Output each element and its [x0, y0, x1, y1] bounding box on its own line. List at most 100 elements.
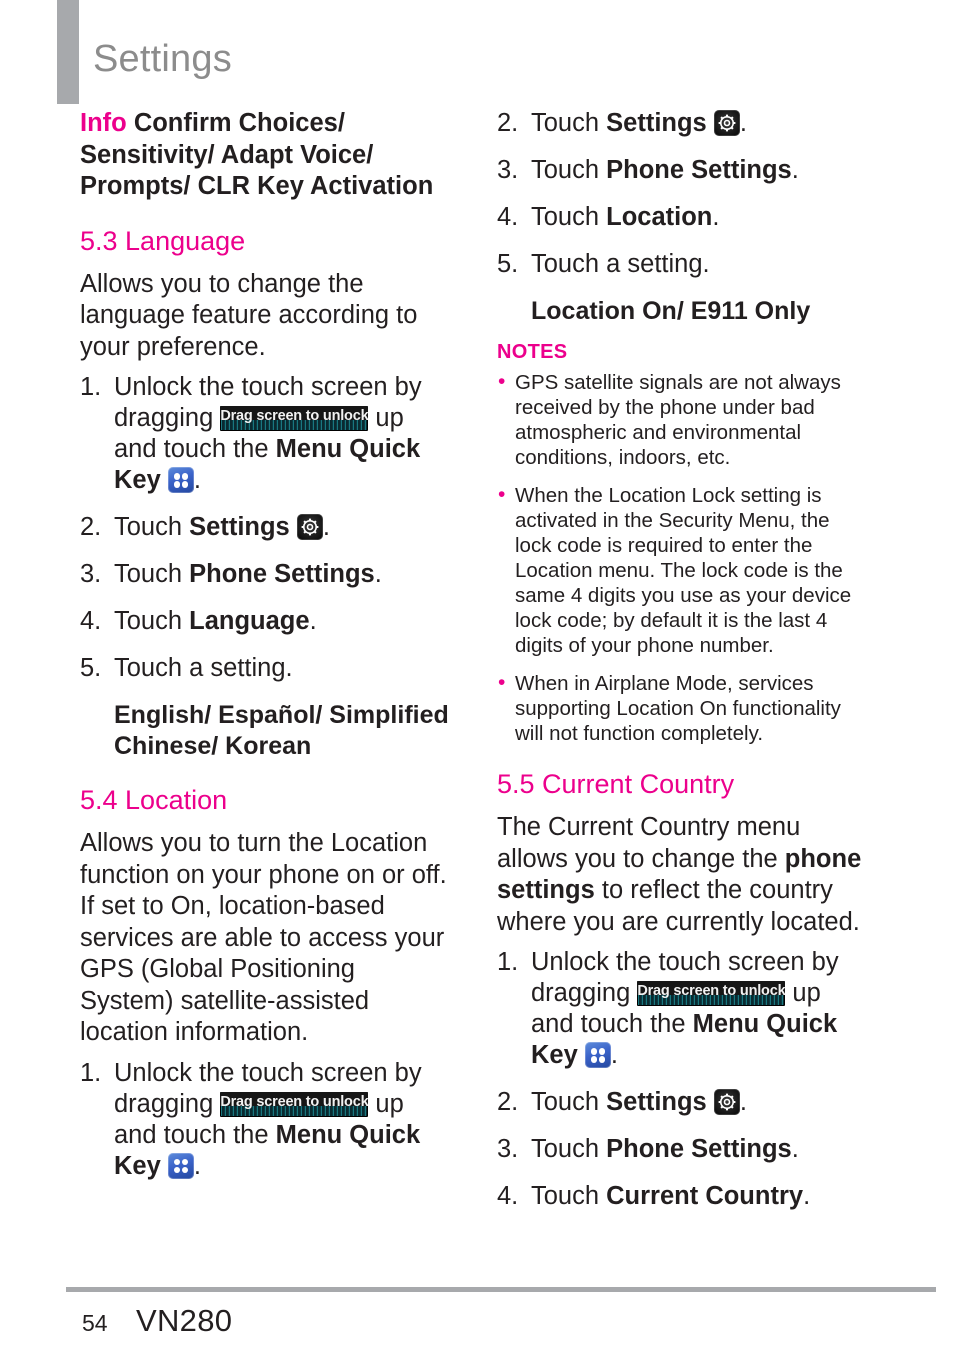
step-text-bold: Settings — [606, 1088, 707, 1116]
right-column: 2. Touch Settings . 3. Touch Phone Setti… — [497, 108, 867, 1228]
step-number: 2. — [497, 1088, 519, 1116]
language-options: English/ Español/ Simplified Chinese/ Ko… — [114, 701, 449, 760]
current-country-intro: The Current Country menu allows you to c… — [497, 812, 867, 938]
notes-title: NOTES — [497, 341, 568, 363]
step-text-pre: Touch — [114, 607, 190, 635]
step-text-post: . — [322, 513, 330, 541]
step-text-post: . — [791, 156, 799, 184]
bullet-icon: • — [498, 671, 506, 694]
step-text-pre: Touch — [114, 560, 190, 588]
step-location-2: 2. Touch Settings . — [497, 108, 867, 139]
step-number: 1. — [80, 1058, 102, 1087]
step-location-1: 1. Unlock the touch screen by dragging Dr… — [80, 1058, 450, 1182]
gear-glyph — [301, 518, 319, 536]
note-item: • When in Airplane Mode, services support… — [497, 671, 867, 746]
device-name: VN280 — [136, 1303, 233, 1338]
gear-glyph — [718, 114, 736, 132]
note-text: GPS satellite signals are not always rec… — [515, 371, 841, 469]
step-text-post: . — [803, 1182, 811, 1210]
step-number: 5. — [497, 250, 519, 278]
step-text-bold: Phone Settings — [606, 1135, 792, 1163]
step-number: 5. — [80, 654, 102, 682]
settings-gear-icon[interactable] — [296, 514, 323, 540]
step-language-5: 5. Touch a setting. — [80, 653, 450, 684]
step-text-pre: Touch — [531, 156, 607, 184]
section-heading-location: 5.4 Location — [80, 785, 228, 815]
drag-screen-to-unlock-icon[interactable]: Drag screen to unlock — [220, 1091, 369, 1117]
note-item: • GPS satellite signals are not always re… — [497, 370, 867, 470]
step-text-post: . — [712, 203, 720, 231]
step-text-bold: Settings — [606, 109, 707, 137]
step-number: 4. — [497, 1182, 519, 1210]
bullet-icon: • — [498, 370, 506, 393]
step-language-1: 1. Unlock the touch screen by dragging Dr… — [80, 372, 450, 496]
step-language-2: 2. Touch Settings . — [80, 512, 450, 543]
page-number: 54 — [82, 1310, 108, 1336]
step-text-post: . — [610, 1041, 618, 1069]
header-accent-bar — [57, 0, 79, 104]
step-location-4: 4. Touch Location. — [497, 202, 867, 233]
location-options: Location On/ E911 Only — [531, 297, 811, 325]
step-text-pre: Touch — [531, 1088, 607, 1116]
info-label: Info — [80, 109, 127, 137]
page-footer: 54 VN280 — [66, 1300, 936, 1350]
note-text: When in Airplane Mode, services supporti… — [515, 672, 841, 745]
step-text-pre: Touch — [531, 109, 607, 137]
step-text-bold: Location — [606, 203, 713, 231]
menu-quick-key-icon[interactable] — [584, 1042, 611, 1068]
step-text-bold: Settings — [189, 513, 290, 541]
step-number: 3. — [80, 560, 102, 588]
step-text-bold: Phone Settings — [189, 560, 375, 588]
page-header: Settings — [0, 0, 954, 108]
step-location-5: 5. Touch a setting. — [497, 249, 867, 280]
step-text-pre: Touch — [531, 203, 607, 231]
step-text-pre: Touch a setting. — [531, 250, 710, 278]
step-text-post: . — [193, 1151, 201, 1180]
unlock-badge-label: Drag screen to unlock — [220, 408, 369, 424]
step-number: 2. — [80, 513, 102, 541]
step-current-country-1: 1. Unlock the touch screen by dragging Dr… — [497, 947, 867, 1071]
step-text-pre: Touch — [114, 513, 190, 541]
step-number: 4. — [497, 203, 519, 231]
step-text-post: . — [791, 1135, 799, 1163]
step-text-post: . — [374, 560, 382, 588]
drag-screen-to-unlock-icon[interactable]: Drag screen to unlock — [637, 981, 786, 1006]
step-language-3: 3. Touch Phone Settings. — [80, 559, 450, 590]
content-area: Info Confirm Choices/ Sensitivity/ Adapt… — [0, 108, 954, 1258]
step-number: 3. — [497, 1135, 519, 1163]
footer-divider — [66, 1287, 936, 1292]
step-text-post: . — [309, 607, 317, 635]
step-number: 4. — [80, 607, 102, 635]
menu-quick-key-icon[interactable] — [167, 1152, 194, 1179]
drag-screen-to-unlock-icon[interactable]: Drag screen to unlock — [220, 406, 369, 431]
settings-gear-icon[interactable] — [713, 110, 740, 136]
step-language-4: 4. Touch Language. — [80, 606, 450, 637]
bullet-icon: • — [498, 483, 506, 506]
step-location-3: 3. Touch Phone Settings. — [497, 155, 867, 186]
unlock-badge-label: Drag screen to unlock — [637, 983, 786, 999]
step-text-pre: Touch — [531, 1135, 607, 1163]
step-text-post: . — [193, 466, 201, 494]
step-text-pre: Touch — [531, 1182, 607, 1210]
step-text-post: . — [739, 109, 747, 137]
step-text-bold: Phone Settings — [606, 156, 792, 184]
location-intro: Allows you to turn the Location function… — [80, 829, 447, 1046]
step-current-country-2: 2. Touch Settings . — [497, 1087, 867, 1118]
step-text-post: . — [739, 1088, 747, 1116]
step-text-pre: Touch a setting. — [114, 654, 293, 682]
settings-gear-icon[interactable] — [713, 1089, 740, 1115]
info-block: Info Confirm Choices/ Sensitivity/ Adapt… — [80, 108, 450, 203]
step-number: 1. — [80, 373, 102, 401]
step-number: 1. — [497, 948, 519, 976]
step-text-bold: Current Country — [606, 1182, 804, 1210]
section-heading-current-country: 5.5 Current Country — [497, 769, 735, 799]
step-number: 2. — [497, 109, 519, 137]
gear-glyph — [718, 1093, 736, 1111]
step-number: 3. — [497, 156, 519, 184]
menu-quick-key-icon[interactable] — [167, 467, 194, 493]
section-heading-language: 5.3 Language — [80, 225, 246, 256]
unlock-badge-label: Drag screen to unlock — [220, 1093, 369, 1110]
language-intro: Allows you to change the language featur… — [80, 269, 418, 361]
step-current-country-3: 3. Touch Phone Settings. — [497, 1134, 867, 1165]
intro-pre: The Current Country menu allows you to c… — [497, 813, 801, 873]
